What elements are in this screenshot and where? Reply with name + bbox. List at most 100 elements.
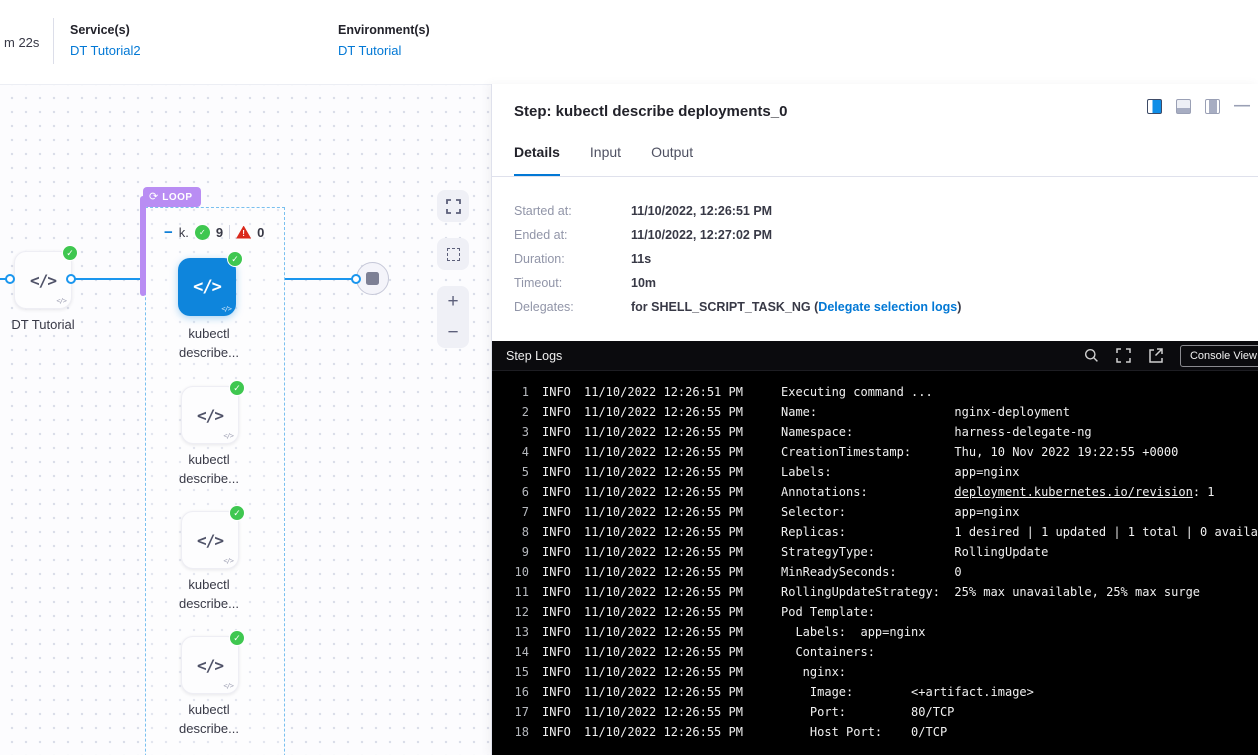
warning-icon: ! (236, 226, 251, 239)
detail-value: 11s (631, 252, 651, 266)
step-node[interactable]: </> </> ✓ (181, 511, 239, 569)
canvas-select-button[interactable] (437, 238, 469, 270)
environments-label: Environment(s) (338, 23, 430, 37)
code-icon: </> (197, 531, 223, 550)
log-line: 12INFO11/10/2022 12:26:55 PMPod Template… (492, 602, 1258, 622)
count-divider (229, 225, 230, 239)
marquee-select-icon (447, 248, 460, 261)
success-badge-icon: ✓ (229, 630, 245, 646)
stage-node-dt-tutorial[interactable]: </> </> ✓ (14, 251, 72, 309)
connector-dot (5, 274, 15, 284)
layout-split-view-icon[interactable] (1147, 99, 1162, 114)
code-small-icon: </> (56, 297, 66, 305)
layout-bottom-view-icon[interactable] (1176, 99, 1191, 114)
step-node-label: kubectldescribe... (159, 575, 259, 613)
log-output[interactable]: 1INFO11/10/2022 12:26:51 PMExecuting com… (492, 371, 1258, 755)
log-line: 5INFO11/10/2022 12:26:55 PMLabels: app=n… (492, 462, 1258, 482)
detail-row: Timeout: 10m (514, 271, 1258, 295)
service-link[interactable]: DT Tutorial2 (70, 43, 141, 58)
log-line: 16INFO11/10/2022 12:26:55 PM Image: <+ar… (492, 682, 1258, 702)
stop-icon (366, 272, 379, 285)
search-icon[interactable] (1084, 348, 1100, 364)
code-small-icon: </> (223, 557, 233, 565)
log-line: 6INFO11/10/2022 12:26:55 PMAnnotations: … (492, 482, 1258, 502)
step-node-label: kubectldescribe... (159, 324, 259, 362)
panel-minimize-icon[interactable]: — (1234, 98, 1250, 114)
step-node-selected[interactable]: </> </> ✓ (178, 258, 236, 316)
fullscreen-icon (446, 199, 461, 214)
log-line: 7INFO11/10/2022 12:26:55 PMSelector: app… (492, 502, 1258, 522)
open-in-new-icon[interactable] (1148, 348, 1164, 364)
code-small-icon: </> (223, 432, 233, 440)
log-line: 15INFO11/10/2022 12:26:55 PM nginx: (492, 662, 1258, 682)
services-label: Service(s) (70, 23, 141, 37)
success-count-icon: ✓ (195, 225, 210, 240)
success-badge-icon: ✓ (227, 251, 243, 267)
log-line: 14INFO11/10/2022 12:26:55 PM Containers: (492, 642, 1258, 662)
loop-badge-label: LOOP (162, 192, 192, 203)
details-section: Started at: 11/10/2022, 12:26:51 PM Ende… (492, 177, 1258, 319)
console-view-button[interactable]: Console View (1180, 345, 1258, 367)
code-icon: </> (197, 406, 223, 425)
environments-group: Environment(s) DT Tutorial (338, 23, 430, 58)
step-node-label: kubectldescribe... (159, 700, 259, 738)
detail-value: for SHELL_SCRIPT_TASK_NG (Delegate selec… (631, 300, 961, 314)
canvas-fullscreen-button[interactable] (437, 190, 469, 222)
edge-loop-to-end (285, 278, 357, 280)
loop-icon: ⟳ (149, 192, 158, 203)
loop-header: − k. ✓ 9 ! 0 (164, 223, 264, 241)
detail-row: Started at: 11/10/2022, 12:26:51 PM (514, 199, 1258, 223)
detail-label: Ended at: (514, 228, 631, 242)
edge-stage-to-loop (74, 278, 141, 280)
app-root: m 22s Service(s) DT Tutorial2 Environmen… (0, 0, 1258, 755)
fail-count: 0 (257, 225, 264, 240)
code-small-icon: </> (223, 682, 233, 690)
zoom-out-button[interactable]: − (437, 317, 469, 348)
log-line: 1INFO11/10/2022 12:26:51 PMExecuting com… (492, 382, 1258, 402)
logs-fullscreen-icon[interactable] (1116, 348, 1132, 364)
step-node[interactable]: </> </> ✓ (181, 386, 239, 444)
success-badge-icon: ✓ (229, 505, 245, 521)
step-logs-header: Step Logs Console View (492, 341, 1258, 371)
log-line: 18INFO11/10/2022 12:26:55 PM Host Port: … (492, 722, 1258, 742)
log-line: 3INFO11/10/2022 12:26:55 PMNamespace: ha… (492, 422, 1258, 442)
tab-input[interactable]: Input (590, 144, 621, 176)
pipeline-canvas[interactable]: </> </> ✓ DT Tutorial ⟳ LOOP − k. ✓ 9 ! … (0, 84, 491, 755)
connector-dot (351, 274, 361, 284)
detail-label: Duration: (514, 252, 631, 266)
code-icon: </> (30, 271, 56, 290)
delegate-selection-logs-link[interactable]: Delegate selection logs (818, 300, 957, 314)
success-badge-icon: ✓ (229, 380, 245, 396)
log-line: 11INFO11/10/2022 12:26:55 PMRollingUpdat… (492, 582, 1258, 602)
collapse-icon[interactable]: − (164, 225, 173, 240)
layout-right-view-icon[interactable] (1205, 99, 1220, 114)
detail-value: 11/10/2022, 12:27:02 PM (631, 228, 772, 242)
step-node[interactable]: </> </> ✓ (181, 636, 239, 694)
tab-output[interactable]: Output (651, 144, 693, 176)
connector-dot (66, 274, 76, 284)
step-logs-title: Step Logs (506, 349, 562, 363)
annotation-revision-link[interactable]: deployment.kubernetes.io/revision (954, 485, 1192, 499)
canvas-zoom-controls: + − (437, 286, 469, 348)
detail-row: Ended at: 11/10/2022, 12:27:02 PM (514, 223, 1258, 247)
detail-value: 11/10/2022, 12:26:51 PM (631, 204, 772, 218)
step-logs-actions: Console View (1084, 345, 1258, 367)
loop-step-name: k. (179, 225, 189, 240)
success-count: 9 (216, 225, 223, 240)
stage-node-label: DT Tutorial (0, 317, 98, 332)
log-line: 13INFO11/10/2022 12:26:55 PM Labels: app… (492, 622, 1258, 642)
tab-details[interactable]: Details (514, 144, 560, 176)
panel-layout-controls: — (1147, 98, 1250, 114)
detail-value: 10m (631, 276, 656, 290)
zoom-in-button[interactable]: + (437, 286, 469, 317)
detail-label: Started at: (514, 204, 631, 218)
log-line: 8INFO11/10/2022 12:26:55 PMReplicas: 1 d… (492, 522, 1258, 542)
services-group: Service(s) DT Tutorial2 (70, 23, 141, 58)
code-icon: </> (197, 656, 223, 675)
log-line: 9INFO11/10/2022 12:26:55 PMStrategyType:… (492, 542, 1258, 562)
environment-link[interactable]: DT Tutorial (338, 43, 430, 58)
log-line: 2INFO11/10/2022 12:26:55 PMName: nginx-d… (492, 402, 1258, 422)
panel-tabs: Details Input Output (492, 144, 1258, 177)
step-details-panel: Step: kubectl describe deployments_0 — D… (491, 84, 1258, 755)
panel-title: Step: kubectl describe deployments_0 (514, 103, 787, 120)
